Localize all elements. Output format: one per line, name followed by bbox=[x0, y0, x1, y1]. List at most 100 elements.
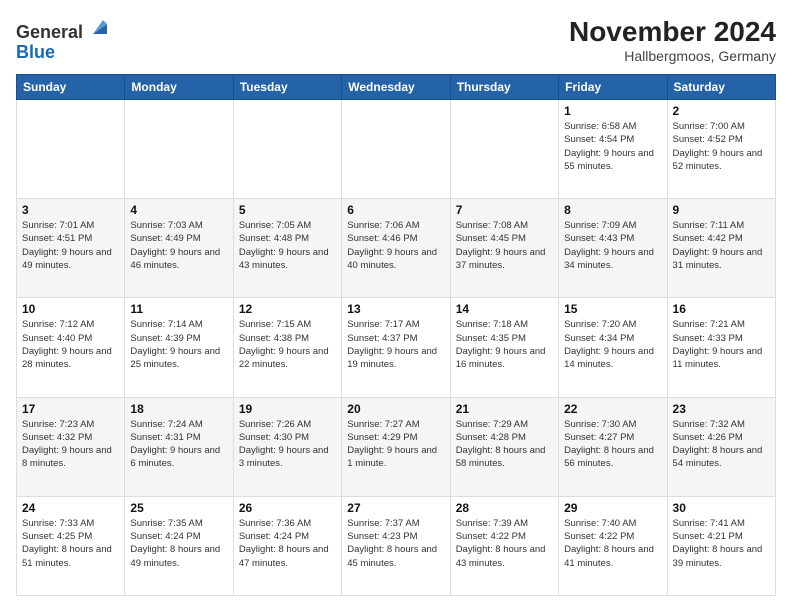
day-info: Sunrise: 7:20 AMSunset: 4:34 PMDaylight:… bbox=[564, 318, 661, 371]
header: General Blue November 2024 Hallbergmoos,… bbox=[16, 16, 776, 64]
day-number: 19 bbox=[239, 402, 336, 416]
day-number: 25 bbox=[130, 501, 227, 515]
day-info: Sunrise: 7:08 AMSunset: 4:45 PMDaylight:… bbox=[456, 219, 553, 272]
calendar-empty bbox=[125, 100, 233, 199]
calendar-day-21: 21 Sunrise: 7:29 AMSunset: 4:28 PMDayligh… bbox=[450, 397, 558, 496]
day-number: 1 bbox=[564, 104, 661, 118]
day-info: Sunrise: 7:15 AMSunset: 4:38 PMDaylight:… bbox=[239, 318, 336, 371]
day-info: Sunrise: 7:12 AMSunset: 4:40 PMDaylight:… bbox=[22, 318, 119, 371]
day-info: Sunrise: 7:23 AMSunset: 4:32 PMDaylight:… bbox=[22, 418, 119, 471]
col-header-thursday: Thursday bbox=[450, 75, 558, 100]
calendar-day-14: 14 Sunrise: 7:18 AMSunset: 4:35 PMDayligh… bbox=[450, 298, 558, 397]
day-number: 23 bbox=[673, 402, 770, 416]
calendar-week-3: 10 Sunrise: 7:12 AMSunset: 4:40 PMDayligh… bbox=[17, 298, 776, 397]
day-number: 3 bbox=[22, 203, 119, 217]
calendar-week-5: 24 Sunrise: 7:33 AMSunset: 4:25 PMDayligh… bbox=[17, 496, 776, 595]
day-info: Sunrise: 7:05 AMSunset: 4:48 PMDaylight:… bbox=[239, 219, 336, 272]
day-number: 12 bbox=[239, 302, 336, 316]
day-info: Sunrise: 7:11 AMSunset: 4:42 PMDaylight:… bbox=[673, 219, 770, 272]
day-number: 4 bbox=[130, 203, 227, 217]
calendar-week-4: 17 Sunrise: 7:23 AMSunset: 4:32 PMDayligh… bbox=[17, 397, 776, 496]
calendar-day-2: 2 Sunrise: 7:00 AMSunset: 4:52 PMDaylight… bbox=[667, 100, 775, 199]
calendar-day-13: 13 Sunrise: 7:17 AMSunset: 4:37 PMDayligh… bbox=[342, 298, 450, 397]
day-number: 21 bbox=[456, 402, 553, 416]
day-number: 13 bbox=[347, 302, 444, 316]
day-info: Sunrise: 7:01 AMSunset: 4:51 PMDaylight:… bbox=[22, 219, 119, 272]
calendar-header-row: SundayMondayTuesdayWednesdayThursdayFrid… bbox=[17, 75, 776, 100]
day-number: 24 bbox=[22, 501, 119, 515]
calendar-day-23: 23 Sunrise: 7:32 AMSunset: 4:26 PMDayligh… bbox=[667, 397, 775, 496]
calendar-empty bbox=[450, 100, 558, 199]
day-number: 30 bbox=[673, 501, 770, 515]
day-info: Sunrise: 7:03 AMSunset: 4:49 PMDaylight:… bbox=[130, 219, 227, 272]
location: Hallbergmoos, Germany bbox=[569, 48, 776, 64]
calendar-day-15: 15 Sunrise: 7:20 AMSunset: 4:34 PMDayligh… bbox=[559, 298, 667, 397]
col-header-tuesday: Tuesday bbox=[233, 75, 341, 100]
day-number: 7 bbox=[456, 203, 553, 217]
calendar-day-3: 3 Sunrise: 7:01 AMSunset: 4:51 PMDaylight… bbox=[17, 199, 125, 298]
calendar-day-6: 6 Sunrise: 7:06 AMSunset: 4:46 PMDaylight… bbox=[342, 199, 450, 298]
calendar-day-17: 17 Sunrise: 7:23 AMSunset: 4:32 PMDayligh… bbox=[17, 397, 125, 496]
calendar-day-4: 4 Sunrise: 7:03 AMSunset: 4:49 PMDaylight… bbox=[125, 199, 233, 298]
day-info: Sunrise: 7:21 AMSunset: 4:33 PMDaylight:… bbox=[673, 318, 770, 371]
calendar-day-9: 9 Sunrise: 7:11 AMSunset: 4:42 PMDaylight… bbox=[667, 199, 775, 298]
day-number: 6 bbox=[347, 203, 444, 217]
col-header-friday: Friday bbox=[559, 75, 667, 100]
page: General Blue November 2024 Hallbergmoos,… bbox=[0, 0, 792, 612]
logo-blue: Blue bbox=[16, 42, 55, 62]
day-number: 8 bbox=[564, 203, 661, 217]
day-number: 20 bbox=[347, 402, 444, 416]
day-number: 18 bbox=[130, 402, 227, 416]
day-number: 10 bbox=[22, 302, 119, 316]
day-info: Sunrise: 7:40 AMSunset: 4:22 PMDaylight:… bbox=[564, 517, 661, 570]
day-number: 17 bbox=[22, 402, 119, 416]
col-header-monday: Monday bbox=[125, 75, 233, 100]
calendar-day-28: 28Sunrise: 7:39 AMSunset: 4:22 PMDayligh… bbox=[450, 496, 558, 595]
day-info: Sunrise: 7:27 AMSunset: 4:29 PMDaylight:… bbox=[347, 418, 444, 471]
logo: General Blue bbox=[16, 16, 111, 63]
day-info: Sunrise: 7:00 AMSunset: 4:52 PMDaylight:… bbox=[673, 120, 770, 173]
day-info: Sunrise: 7:18 AMSunset: 4:35 PMDaylight:… bbox=[456, 318, 553, 371]
day-info: Sunrise: 7:17 AMSunset: 4:37 PMDaylight:… bbox=[347, 318, 444, 371]
day-number: 27 bbox=[347, 501, 444, 515]
day-number: 26 bbox=[239, 501, 336, 515]
calendar-table: SundayMondayTuesdayWednesdayThursdayFrid… bbox=[16, 74, 776, 596]
day-number: 2 bbox=[673, 104, 770, 118]
day-number: 5 bbox=[239, 203, 336, 217]
col-header-sunday: Sunday bbox=[17, 75, 125, 100]
day-info: Sunrise: 7:33 AMSunset: 4:25 PMDaylight:… bbox=[22, 517, 119, 570]
day-info: Sunrise: 7:35 AMSunset: 4:24 PMDaylight:… bbox=[130, 517, 227, 570]
calendar-day-20: 20 Sunrise: 7:27 AMSunset: 4:29 PMDayligh… bbox=[342, 397, 450, 496]
calendar-day-25: 25 Sunrise: 7:35 AMSunset: 4:24 PMDayligh… bbox=[125, 496, 233, 595]
calendar-day-5: 5 Sunrise: 7:05 AMSunset: 4:48 PMDaylight… bbox=[233, 199, 341, 298]
day-number: 11 bbox=[130, 302, 227, 316]
day-info: Sunrise: 7:36 AMSunset: 4:24 PMDaylight:… bbox=[239, 517, 336, 570]
calendar-day-30: 30 Sunrise: 7:41 AMSunset: 4:21 PMDayligh… bbox=[667, 496, 775, 595]
calendar-day-1: 1Sunrise: 6:58 AMSunset: 4:54 PMDaylight… bbox=[559, 100, 667, 199]
col-header-saturday: Saturday bbox=[667, 75, 775, 100]
day-info: Sunrise: 7:06 AMSunset: 4:46 PMDaylight:… bbox=[347, 219, 444, 272]
calendar-day-11: 11 Sunrise: 7:14 AMSunset: 4:39 PMDayligh… bbox=[125, 298, 233, 397]
day-info: Sunrise: 7:29 AMSunset: 4:28 PMDaylight:… bbox=[456, 418, 553, 471]
day-number: 29 bbox=[564, 501, 661, 515]
day-number: 9 bbox=[673, 203, 770, 217]
calendar-day-16: 16Sunrise: 7:21 AMSunset: 4:33 PMDayligh… bbox=[667, 298, 775, 397]
day-info: Sunrise: 7:26 AMSunset: 4:30 PMDaylight:… bbox=[239, 418, 336, 471]
calendar-day-7: 7 Sunrise: 7:08 AMSunset: 4:45 PMDaylight… bbox=[450, 199, 558, 298]
day-info: Sunrise: 7:24 AMSunset: 4:31 PMDaylight:… bbox=[130, 418, 227, 471]
calendar-day-8: 8Sunrise: 7:09 AMSunset: 4:43 PMDaylight… bbox=[559, 199, 667, 298]
calendar-day-19: 19 Sunrise: 7:26 AMSunset: 4:30 PMDayligh… bbox=[233, 397, 341, 496]
day-info: Sunrise: 7:41 AMSunset: 4:21 PMDaylight:… bbox=[673, 517, 770, 570]
month-title: November 2024 bbox=[569, 16, 776, 48]
logo-general: General bbox=[16, 22, 83, 42]
day-info: Sunrise: 7:14 AMSunset: 4:39 PMDaylight:… bbox=[130, 318, 227, 371]
day-number: 14 bbox=[456, 302, 553, 316]
day-info: Sunrise: 7:39 AMSunset: 4:22 PMDaylight:… bbox=[456, 517, 553, 570]
logo-icon bbox=[89, 16, 111, 38]
title-section: November 2024 Hallbergmoos, Germany bbox=[569, 16, 776, 64]
calendar-day-22: 22Sunrise: 7:30 AMSunset: 4:27 PMDayligh… bbox=[559, 397, 667, 496]
calendar-day-29: 29 Sunrise: 7:40 AMSunset: 4:22 PMDayligh… bbox=[559, 496, 667, 595]
day-number: 22 bbox=[564, 402, 661, 416]
day-info: Sunrise: 7:32 AMSunset: 4:26 PMDaylight:… bbox=[673, 418, 770, 471]
day-number: 15 bbox=[564, 302, 661, 316]
